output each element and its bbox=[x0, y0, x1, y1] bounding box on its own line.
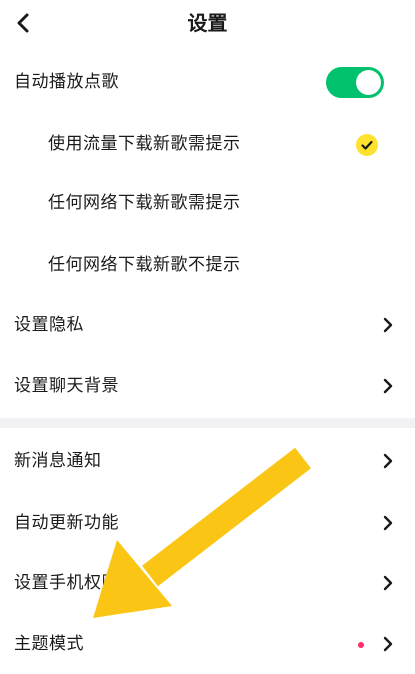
option-label: 使用流量下载新歌需提示 bbox=[48, 134, 241, 154]
download-option-any-no-prompt[interactable]: 任何网络下载新歌不提示 bbox=[0, 235, 415, 295]
page-title: 设置 bbox=[187, 11, 228, 35]
settings-item-auto-update[interactable]: 自动更新功能 bbox=[0, 493, 415, 553]
item-label: 设置聊天背景 bbox=[14, 376, 119, 396]
item-label: 设置手机权限 bbox=[14, 573, 119, 593]
settings-item-chat-background[interactable]: 设置聊天背景 bbox=[0, 356, 415, 416]
settings-item-phone-permissions[interactable]: 设置手机权限 bbox=[0, 553, 415, 613]
settings-item-theme-mode[interactable]: 主题模式 bbox=[0, 614, 415, 674]
autoplay-label: 自动播放点歌 bbox=[14, 72, 119, 92]
chevron-right-icon bbox=[383, 317, 393, 333]
autoplay-row[interactable]: 自动播放点歌 bbox=[0, 52, 415, 112]
download-option-any-prompt[interactable]: 任何网络下载新歌需提示 bbox=[0, 173, 415, 233]
chevron-right-icon bbox=[383, 378, 393, 394]
settings-item-privacy[interactable]: 设置隐私 bbox=[0, 295, 415, 355]
header: 设置 bbox=[0, 0, 415, 48]
chevron-right-icon bbox=[383, 575, 393, 591]
new-badge-dot bbox=[358, 642, 364, 648]
option-label: 任何网络下载新歌不提示 bbox=[48, 255, 241, 275]
autoplay-toggle[interactable] bbox=[326, 67, 384, 98]
item-label: 设置隐私 bbox=[14, 315, 84, 335]
section-divider bbox=[0, 418, 415, 428]
chevron-right-icon bbox=[383, 636, 393, 652]
download-option-cellular-prompt[interactable]: 使用流量下载新歌需提示 bbox=[0, 114, 415, 174]
option-label: 任何网络下载新歌需提示 bbox=[48, 193, 241, 213]
item-label: 主题模式 bbox=[14, 634, 84, 654]
toggle-knob bbox=[356, 70, 381, 95]
check-icon bbox=[356, 134, 378, 156]
item-label: 新消息通知 bbox=[14, 451, 102, 471]
item-label: 自动更新功能 bbox=[14, 513, 119, 533]
settings-item-notifications[interactable]: 新消息通知 bbox=[0, 431, 415, 491]
chevron-right-icon bbox=[383, 515, 393, 531]
chevron-right-icon bbox=[383, 453, 393, 469]
